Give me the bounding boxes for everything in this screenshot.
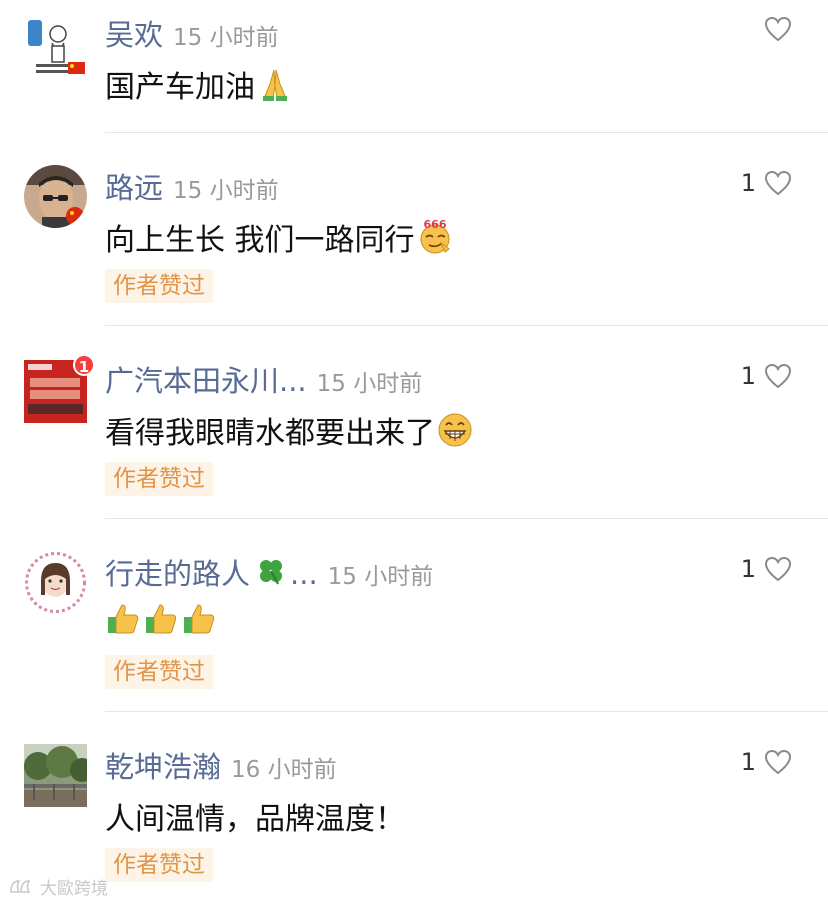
name-ellipsis: ... [290,557,318,591]
thumbs-up-icon [146,604,177,634]
timestamp: 16 小时前 [231,757,337,783]
comment-text: 国产车加油 [105,62,293,106]
comment-item: 行走的路人 ... 15 小时前 作者赞过 1 [0,551,828,701]
timestamp: 15 小时前 [327,564,434,590]
watermark: 大歐跨境 [8,874,108,899]
like-count: 1 [740,362,756,390]
thumbs-up-icon [108,604,139,634]
comment-item: 乾坤浩瀚 16 小时前 人间温情，品牌温度！ 作者赞过 1 [0,744,828,894]
folded-hands-icon [263,69,287,101]
svg-text:666: 666 [423,219,446,231]
divider [105,518,828,519]
watermark-logo-icon [10,879,31,893]
heart-icon [764,16,792,42]
four-leaf-clover-icon [260,560,283,585]
author-liked-badge: 作者赞过 [105,269,213,303]
comment-item: 路远 15 小时前 向上生长 我们一路同行 666 作者赞过 1 [0,165,828,315]
heart-icon [764,170,792,196]
avatar[interactable] [24,744,87,807]
comment-text: 人间温情，品牌温度！ [105,802,405,837]
user-name[interactable]: 乾坤浩瀚 [105,744,221,786]
thumbs-up-icon [184,604,215,634]
heart-icon [764,363,792,389]
divider [105,711,828,712]
user-name[interactable]: 行走的路人 [105,551,250,593]
like-button[interactable]: 1 [741,169,792,197]
divider [105,132,828,133]
user-name[interactable]: 路远 [105,165,163,207]
heart-icon [764,556,792,582]
timestamp: 15 小时前 [173,178,279,204]
avatar[interactable] [24,551,87,614]
grinning-face-icon [438,413,472,447]
like-count: 1 [740,169,756,197]
comment-text [105,601,217,637]
notification-badge: 1 [73,354,95,376]
author-liked-badge: 作者赞过 [105,655,213,689]
like-button[interactable]: 1 [741,555,792,583]
comment-text: 看得我眼睛水都要出来了 [105,408,473,452]
heart-icon [764,749,792,775]
avatar[interactable] [24,165,87,228]
author-liked-badge: 作者赞过 [105,462,213,496]
like-button[interactable] [756,16,792,42]
user-name[interactable]: 广汽本田永川... [105,358,307,400]
like-count: 1 [740,748,756,776]
like-count: 1 [740,555,756,583]
like-button[interactable]: 1 [741,748,792,776]
divider [105,325,828,326]
666-face-icon: 666 [420,219,450,254]
user-name[interactable]: 吴欢 [105,12,163,54]
author-liked-badge: 作者赞过 [105,848,213,882]
comment-text: 向上生长 我们一路同行 666 [105,215,453,259]
like-button[interactable]: 1 [741,362,792,390]
comment-item: 1 广汽本田永川... 15 小时前 看得我眼睛水都要出来了 作者赞过 1 [0,354,828,508]
timestamp: 15 小时前 [173,25,279,51]
avatar[interactable]: 1 [24,354,95,423]
timestamp: 15 小时前 [316,371,423,397]
comment-item: 吴欢 15 小时前 国产车加油 [0,12,828,132]
avatar[interactable] [24,16,87,79]
